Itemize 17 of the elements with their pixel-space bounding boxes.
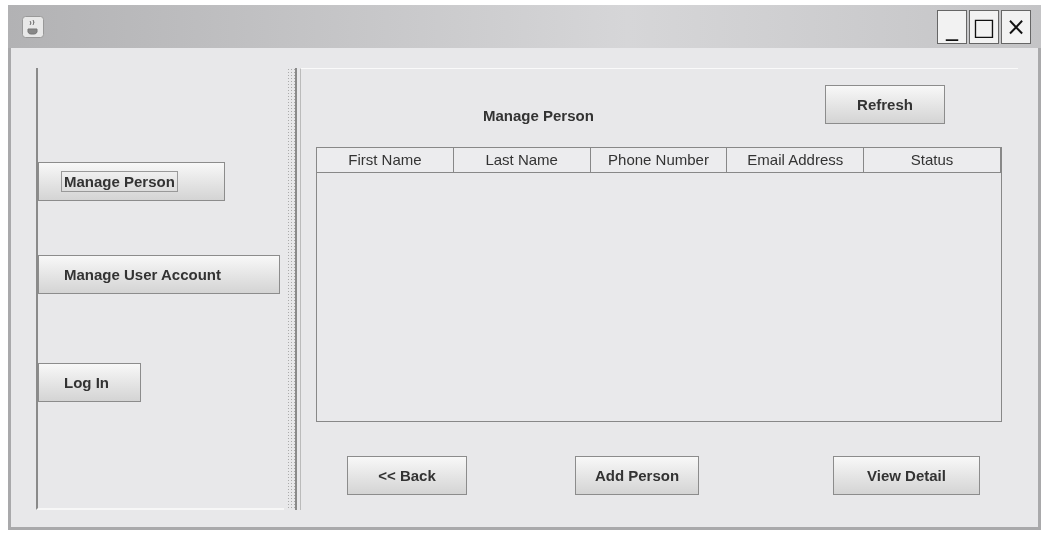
- sidebar-button[interactable]: Manage Person: [38, 162, 225, 201]
- column-header[interactable]: Status: [864, 148, 1001, 172]
- action-button[interactable]: View Detail: [833, 456, 980, 495]
- column-header[interactable]: Last Name: [453, 148, 591, 172]
- column-header[interactable]: Email Address: [727, 148, 865, 172]
- column-header[interactable]: First Name: [317, 148, 454, 172]
- window-control-button[interactable]: □: [969, 9, 999, 44]
- column-header[interactable]: Phone Number: [590, 148, 728, 172]
- window-control-button[interactable]: _: [937, 9, 967, 44]
- panel-title: Manage Person: [483, 107, 594, 125]
- sidebar-button[interactable]: Manage User Account: [38, 255, 280, 294]
- action-button[interactable]: << Back: [347, 456, 467, 495]
- refresh-button[interactable]: Refresh: [825, 85, 945, 124]
- cup-icon: [22, 15, 44, 38]
- window-control-button[interactable]: ×: [1001, 9, 1031, 44]
- sidebar-button[interactable]: Log In: [38, 363, 141, 402]
- action-button[interactable]: Add Person: [575, 456, 699, 495]
